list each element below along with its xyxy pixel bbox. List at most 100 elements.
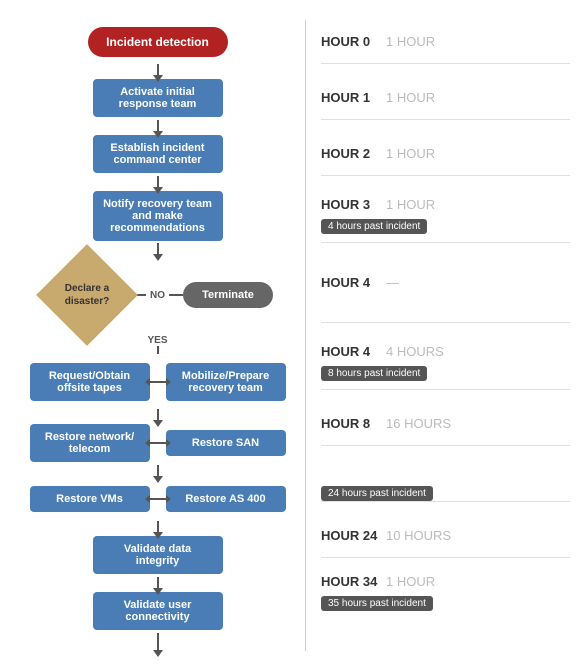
tl-dur-4: — (386, 275, 399, 290)
tl-main-9: HOUR 34 1 HOUR (321, 574, 570, 589)
tl-row-9: HOUR 34 1 HOUR 35 hours past incident (321, 570, 570, 614)
tl-hour-2: HOUR 2 (321, 146, 386, 161)
badge-7-text: 24 hours past incident (321, 486, 433, 501)
tl-dur-9: 1 HOUR (386, 574, 435, 589)
tl-row-7: 24 hours past incident (321, 458, 570, 502)
activate-team-node: Activate initial response team (93, 79, 223, 117)
tl-main-8: HOUR 24 10 HOURS (321, 528, 570, 543)
tl-row-6: HOUR 8 16 HOURS (321, 402, 570, 446)
step-parallel-1: Request/Obtain offsite tapes Mobilize/Pr… (10, 354, 305, 409)
yes-label: YES (147, 335, 167, 346)
request-tapes-node: Request/Obtain offsite tapes (30, 363, 150, 401)
tl-main-6: HOUR 8 16 HOURS (321, 416, 570, 431)
notify-recovery-node: Notify recovery team and make recommenda… (93, 191, 223, 241)
arrow-down-9 (157, 577, 159, 589)
arrow-4 (10, 243, 305, 255)
right-arrow-3 (159, 498, 166, 500)
tl-main-0: HOUR 0 1 HOUR (321, 34, 570, 49)
no-line-2 (169, 294, 183, 296)
tl-badge-3: 4 hours past incident (321, 216, 570, 234)
badge-9-text: 35 hours past incident (321, 596, 433, 611)
arrow-1 (10, 64, 305, 76)
tl-dur-2: 1 HOUR (386, 146, 435, 161)
arrow-down-7 (157, 465, 159, 477)
arrow-9 (10, 577, 305, 589)
step-validate-user: Validate user connectivity (10, 589, 305, 633)
right-arrow-2 (159, 442, 166, 444)
arrow-3 (10, 176, 305, 188)
step-incident-detection: Incident detection (10, 20, 305, 64)
no-branch: NO Terminate (132, 282, 273, 308)
terminate-node: Terminate (183, 282, 273, 308)
tl-space-6 (321, 390, 570, 402)
restore-as400-node: Restore AS 400 (166, 486, 286, 512)
arrow-down-4 (157, 243, 159, 255)
step-notify-recovery: Notify recovery team and make recommenda… (10, 188, 305, 243)
tl-hour-1: HOUR 1 (321, 90, 386, 105)
tl-row-5: HOUR 4 4 HOURS 8 hours past incident (321, 335, 570, 390)
validate-user-node: Validate user connectivity (93, 592, 223, 630)
tl-space-yes (321, 323, 570, 335)
tl-hour-3: HOUR 3 (321, 197, 386, 212)
tl-space-7 (321, 446, 570, 458)
right-arrow-1 (159, 381, 166, 383)
arrowhead-left-2 (145, 439, 150, 447)
tl-hour-4: HOUR 4 (321, 275, 386, 290)
arrowhead-right-2 (166, 439, 171, 447)
arrowhead-right-3 (166, 495, 171, 503)
restore-vms-node: Restore VMs (30, 486, 150, 512)
arrow-down-10 (157, 633, 159, 651)
arrow-10 (10, 633, 305, 651)
tl-main-3: HOUR 3 1 HOUR (321, 197, 570, 212)
tl-hour-6: HOUR 8 (321, 416, 386, 431)
flow-diagram: Incident detection Activate initial resp… (10, 20, 305, 651)
tl-space-1 (321, 64, 570, 76)
parallel-row-2: Restore network/ telecom Restore SAN (30, 424, 286, 462)
tl-dur-3: 1 HOUR (386, 197, 435, 212)
diamond-container: Declare a disaster? (42, 258, 132, 333)
arrow-down-8 (157, 521, 159, 533)
arrow-down-6 (157, 409, 159, 421)
tl-row-0: HOUR 0 1 HOUR (321, 20, 570, 64)
tl-dur-0: 1 HOUR (386, 34, 435, 49)
establish-icc-node: Establish incident command center (93, 135, 223, 173)
tl-main-4: HOUR 4 — (321, 275, 570, 290)
arrowhead-right-1 (166, 378, 171, 386)
step-parallel-2: Restore network/ telecom Restore SAN (10, 421, 305, 465)
tl-space-3 (321, 176, 570, 188)
connector-arrows-1 (150, 381, 166, 383)
arrowhead-left-3 (145, 495, 150, 503)
step-establish-icc: Establish incident command center (10, 132, 305, 176)
left-arrow-2 (150, 442, 157, 444)
parallel-row-1: Request/Obtain offsite tapes Mobilize/Pr… (30, 363, 286, 401)
tl-row-4: HOUR 4 — (321, 243, 570, 323)
arrow-8 (10, 521, 305, 533)
step-activate-team: Activate initial response team (10, 76, 305, 120)
no-label: NO (150, 290, 165, 301)
tl-main-5: HOUR 4 4 HOURS (321, 344, 570, 359)
tl-space-8 (321, 502, 570, 514)
connector-arrows-3 (150, 498, 166, 500)
restore-network-node: Restore network/ telecom (30, 424, 150, 462)
validate-data-node: Validate data integrity (93, 536, 223, 574)
tl-row-1: HOUR 1 1 HOUR (321, 76, 570, 120)
full-layout: Incident detection Activate initial resp… (10, 20, 570, 651)
yes-line (157, 346, 159, 354)
arrowhead-left-1 (145, 378, 150, 386)
tl-main-1: HOUR 1 1 HOUR (321, 90, 570, 105)
left-arrow-1 (150, 381, 157, 383)
arrow-2 (10, 120, 305, 132)
restore-san-node: Restore SAN (166, 430, 286, 456)
yes-area: YES (10, 335, 305, 354)
step-declare-disaster: Declare a disaster? NO Terminate (10, 255, 305, 335)
diamond-label: Declare a disaster? (42, 282, 132, 308)
badge-3-text: 4 hours past incident (321, 219, 427, 234)
tl-space-2 (321, 120, 570, 132)
left-arrow-3 (150, 498, 157, 500)
arrow-down-3 (157, 176, 159, 188)
tl-dur-6: 16 HOURS (386, 416, 451, 431)
tl-row-2: HOUR 2 1 HOUR (321, 132, 570, 176)
arrow-6 (10, 409, 305, 421)
page-container: Incident detection Activate initial resp… (0, 0, 580, 671)
tl-dur-1: 1 HOUR (386, 90, 435, 105)
